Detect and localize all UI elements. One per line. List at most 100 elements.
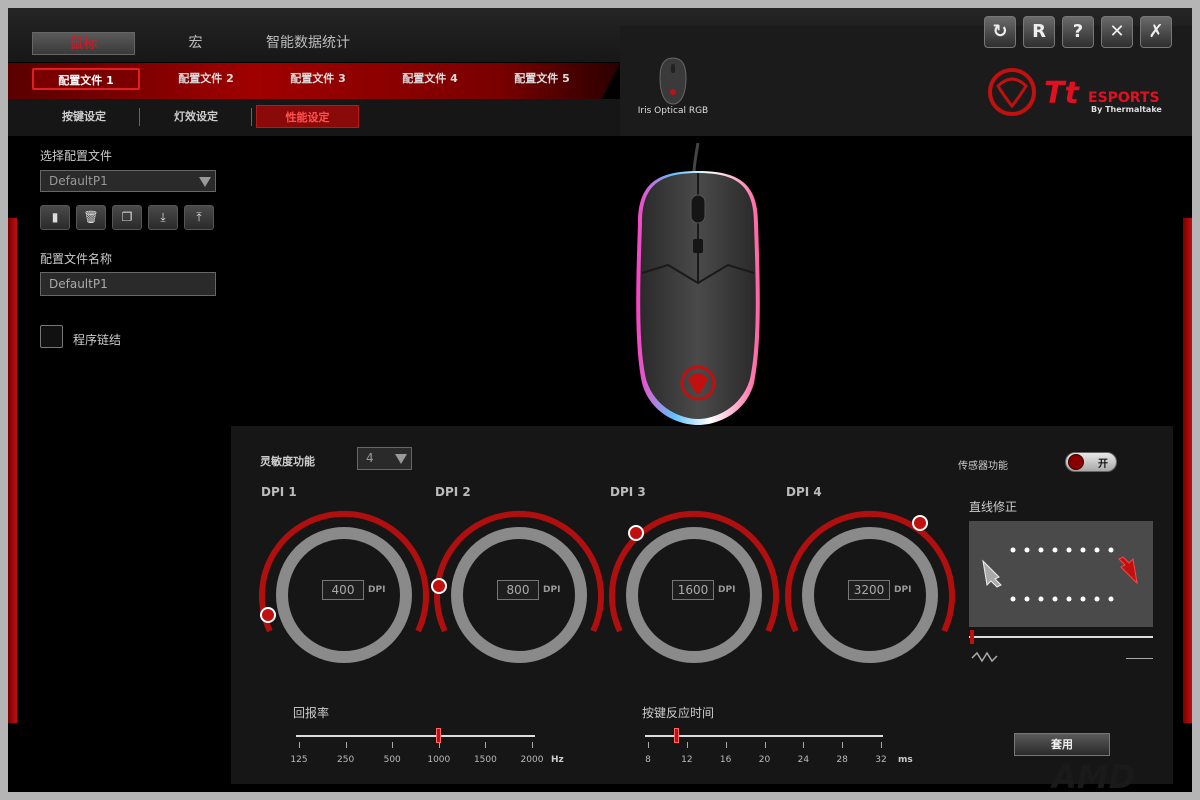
angle-snapping-handle[interactable] bbox=[970, 630, 974, 644]
polling-tick-label: 500 bbox=[383, 755, 401, 765]
chevron-down-icon bbox=[199, 177, 211, 187]
dpi3-value[interactable]: 1600 bbox=[672, 580, 714, 600]
dpi1-value[interactable]: 400 bbox=[322, 580, 364, 600]
polling-tick bbox=[345, 742, 347, 748]
response-tick bbox=[764, 742, 766, 748]
reset-icon[interactable]: R bbox=[1023, 16, 1055, 48]
profile-name-label: 配置文件名称 bbox=[40, 252, 113, 266]
profile-tab-5[interactable]: 配置文件 5 bbox=[492, 68, 592, 90]
dpi2-handle bbox=[431, 578, 447, 594]
response-tick-label: 24 bbox=[797, 755, 810, 765]
response-tick-label: 16 bbox=[719, 755, 732, 765]
export-icon[interactable]: ⤒ bbox=[184, 205, 214, 230]
polling-rate-slider[interactable] bbox=[296, 735, 535, 737]
dpi4-handle bbox=[912, 515, 928, 531]
straight-line-icon bbox=[1126, 658, 1153, 659]
copy-icon[interactable]: ❐ bbox=[112, 205, 142, 230]
polling-tick bbox=[392, 742, 394, 748]
tab-performance[interactable]: 性能设定 bbox=[256, 105, 359, 128]
mouse-image bbox=[636, 143, 760, 425]
tab-macro[interactable]: 宏 bbox=[168, 32, 223, 55]
tab-lighting[interactable]: 灯效设定 bbox=[150, 105, 242, 128]
response-tick-label: 12 bbox=[681, 755, 693, 765]
sensitivity-select[interactable]: 4 bbox=[357, 447, 412, 470]
polling-tick bbox=[299, 742, 300, 748]
sensitivity-label: 灵敏度功能 bbox=[260, 455, 315, 468]
dpi2-value[interactable]: 800 bbox=[497, 580, 539, 600]
tt-dragon-logo bbox=[988, 68, 1036, 116]
profile-tab-3[interactable]: 配置文件 3 bbox=[268, 68, 368, 90]
angle-snapping-slider[interactable] bbox=[969, 636, 1153, 638]
response-tick bbox=[803, 742, 805, 748]
profile-name-input[interactable]: DefaultP1 bbox=[40, 272, 216, 296]
dpi2-unit: DPI bbox=[543, 585, 561, 595]
chevron-down-icon bbox=[395, 454, 407, 464]
response-time-label: 按键反应时间 bbox=[642, 706, 715, 720]
tab-mouse[interactable]: 鼠标 bbox=[32, 32, 135, 55]
divider bbox=[251, 108, 252, 126]
response-tick-label: 20 bbox=[758, 755, 771, 765]
brand-esports: ESPORTS bbox=[1088, 90, 1160, 106]
save-icon[interactable]: ▮ bbox=[40, 205, 70, 230]
dpi4-value[interactable]: 3200 bbox=[848, 580, 890, 600]
dpi4-unit: DPI bbox=[894, 585, 912, 595]
polling-tick-label: 2000 bbox=[520, 755, 544, 765]
profile-tab-1[interactable]: 配置文件 1 bbox=[32, 68, 140, 90]
sensitivity-value: 4 bbox=[366, 451, 374, 465]
divider bbox=[139, 108, 140, 126]
polling-unit: Hz bbox=[551, 755, 564, 765]
dpi1-unit: DPI bbox=[368, 585, 386, 595]
response-time-slider[interactable] bbox=[645, 735, 883, 737]
sensor-state: 开 bbox=[1098, 459, 1108, 470]
device-name: Iris Optical RGB bbox=[637, 106, 709, 116]
right-accent bbox=[1183, 218, 1192, 723]
angle-snapping-label: 直线修正 bbox=[969, 500, 1018, 514]
polling-tick-label: 1000 bbox=[427, 755, 451, 765]
dpi4-label: DPI 4 bbox=[786, 485, 822, 499]
profile-tab-2[interactable]: 配置文件 2 bbox=[156, 68, 256, 90]
response-time-handle[interactable] bbox=[674, 728, 679, 743]
sensor-label: 传感器功能 bbox=[958, 461, 1008, 472]
response-tick-label: 8 bbox=[645, 755, 651, 765]
sensor-toggle[interactable]: 开 bbox=[1065, 452, 1117, 472]
tab-key-settings[interactable]: 按键设定 bbox=[38, 105, 130, 128]
dpi3-handle bbox=[628, 525, 644, 541]
trash-icon[interactable]: 🗑 bbox=[76, 205, 106, 230]
toggle-knob bbox=[1068, 454, 1084, 470]
left-accent bbox=[8, 218, 17, 723]
polling-tick-label: 250 bbox=[337, 755, 355, 765]
profile-select-value: DefaultP1 bbox=[49, 174, 108, 188]
dpi2-label: DPI 2 bbox=[435, 485, 471, 499]
program-link-label: 程序链结 bbox=[73, 333, 122, 347]
settings-icon[interactable]: ✗ bbox=[1140, 16, 1172, 48]
help-icon[interactable]: ? bbox=[1062, 16, 1094, 48]
response-tick bbox=[842, 742, 844, 748]
device-thumbnail[interactable] bbox=[656, 56, 690, 106]
response-tick bbox=[881, 742, 882, 748]
dpi3-label: DPI 3 bbox=[610, 485, 646, 499]
refresh-icon[interactable]: ↻ bbox=[984, 16, 1016, 48]
program-link-checkbox[interactable] bbox=[40, 325, 63, 348]
response-tick bbox=[648, 742, 649, 748]
polling-tick bbox=[532, 742, 533, 748]
tab-statistics[interactable]: 智能数据统计 bbox=[253, 32, 363, 55]
apply-button[interactable]: 套用 bbox=[1014, 733, 1110, 756]
response-tick bbox=[686, 742, 688, 748]
profile-tab-4[interactable]: 配置文件 4 bbox=[380, 68, 480, 90]
polling-tick-label: 1500 bbox=[473, 755, 497, 765]
polling-tick-label: 125 bbox=[290, 755, 308, 765]
response-unit: ms bbox=[898, 755, 913, 765]
angle-snapping-preview bbox=[969, 521, 1153, 627]
polling-tick bbox=[485, 742, 487, 748]
dpi1-handle bbox=[260, 607, 276, 623]
polling-rate-label: 回报率 bbox=[293, 706, 330, 720]
app-window: 鼠标 宏 智能数据统计 配置文件 1 配置文件 2 配置文件 3 配置文件 4 … bbox=[8, 8, 1192, 792]
close-icon[interactable]: ✕ bbox=[1101, 16, 1133, 48]
response-tick-label: 28 bbox=[836, 755, 848, 765]
select-profile-label: 选择配置文件 bbox=[40, 149, 113, 163]
import-icon[interactable]: ⤓ bbox=[148, 205, 178, 230]
response-tick-label: 32 bbox=[875, 755, 887, 765]
profile-select[interactable]: DefaultP1 bbox=[40, 170, 216, 192]
brand-logo: Tt bbox=[1044, 76, 1079, 111]
polling-rate-handle[interactable] bbox=[436, 728, 441, 743]
